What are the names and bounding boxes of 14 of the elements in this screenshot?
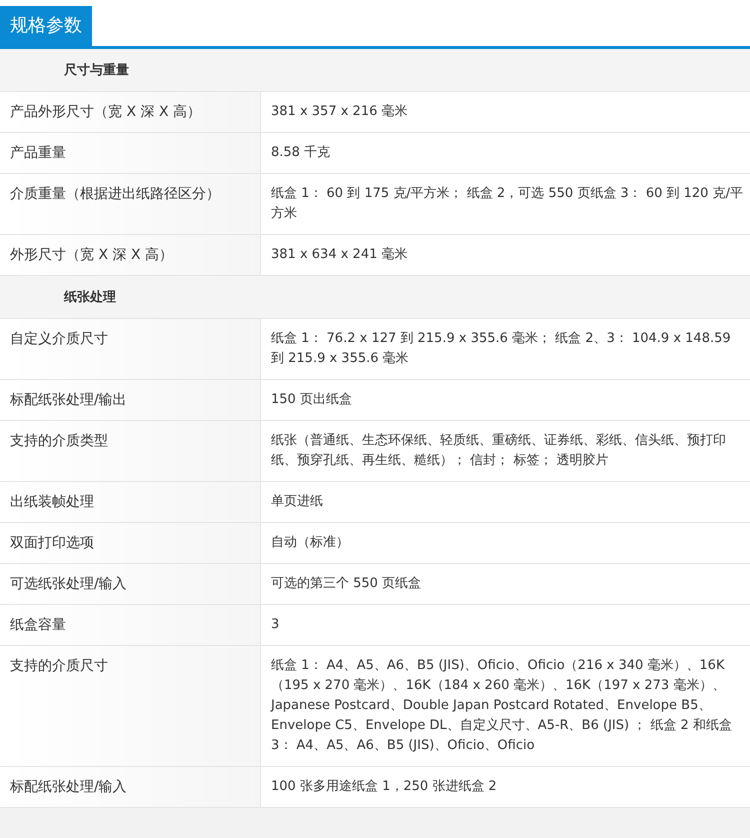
spec-value: 381 x 357 x 216 毫米: [270, 103, 408, 121]
spec-value: 纸张（普通纸、生态环保纸、轻质纸、重磅纸、证券纸、彩纸、信头纸、预打印纸、预穿孔纸、再生纸、糙纸）； 信封； 标签； 透明胶片: [270, 432, 727, 470]
spec-value: 纸盒 1： 60 到 175 克/平方米； 纸盒 2，可选 550 页纸盒 3： 60 到 120 克/平方米: [270, 185, 744, 223]
spec-value: 可选的第三个 550 页纸盒: [270, 575, 422, 593]
spec-value: 3: [270, 616, 280, 634]
section-title: 规格参数: [0, 6, 92, 46]
spec-value: 纸盒 1： 76.2 x 127 到 215.9 x 355.6 毫米； 纸盒 2、3： 104.9 x 148.59 到 215.9 x 355.6 毫米: [270, 330, 732, 368]
spec-value: 单页进纸: [270, 493, 324, 511]
spec-value: 8.58 千克: [270, 144, 332, 162]
spec-value: 100 张多用途纸盒 1，250 张进纸盒 2: [270, 778, 498, 796]
spec-value: 自动（标准）: [270, 534, 350, 552]
spec-value: 纸盒 1： A4、A5、A6、B5 (JIS)、Oficio、Oficio（216 x 340 毫米）、16K（195 x 270 毫米）、16K（184 x 260 毫米）、16K（197 x 273 毫米）、Japanese Postcard、Double Japan Postcard Rotated、Envelope B5、Envelope C5、Envelope DL、自定义尺寸、A5-R、B6 (JIS) ； 纸盒 2 和纸盒 3： A4、A5、A6、B5 (JIS)、Oficio、Oficio: [269, 657, 733, 755]
spec-value: 150 页出纸盒: [270, 391, 353, 409]
spec-value: 381 x 634 x 241 毫米: [270, 246, 408, 264]
